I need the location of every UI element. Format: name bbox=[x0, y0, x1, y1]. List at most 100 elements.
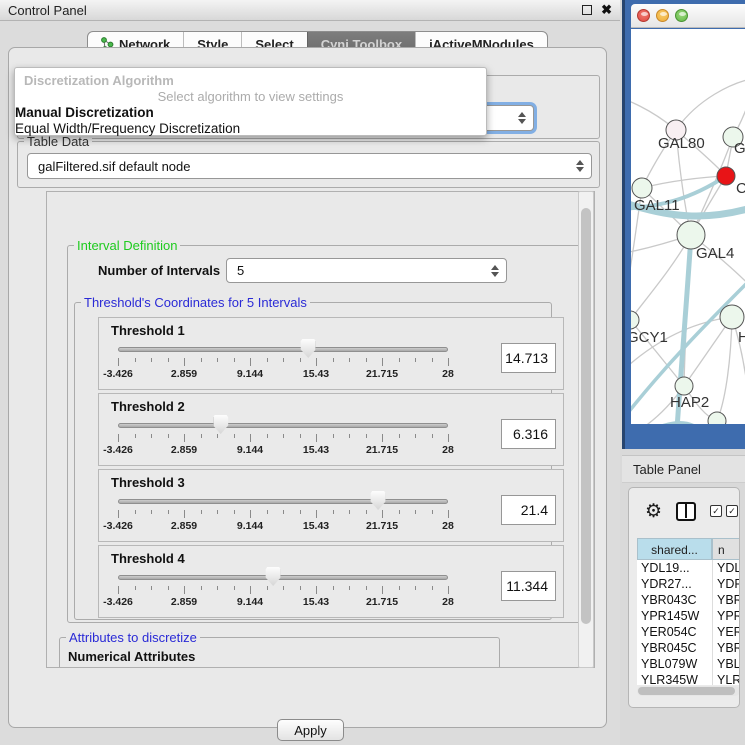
network-node-label: C bbox=[736, 180, 745, 197]
minimize-traffic-light-icon[interactable] bbox=[656, 9, 669, 22]
slider-tick bbox=[432, 510, 433, 514]
table-row[interactable]: YPR145WYPR1 bbox=[637, 608, 740, 624]
slider-tick bbox=[399, 510, 400, 514]
network-node-red-node[interactable] bbox=[717, 167, 735, 185]
thresholds-group: Threshold's Coordinates for 5 Intervals … bbox=[74, 302, 552, 620]
threshold-slider-track[interactable] bbox=[118, 499, 448, 504]
slider-tick-labels: -3.4262.8599.14415.4321.71528 bbox=[118, 520, 448, 532]
float-window-icon[interactable] bbox=[582, 5, 592, 15]
algorithm-option-2[interactable]: Equal Width/Frequency Discretization bbox=[15, 121, 240, 136]
threshold-value-field[interactable]: 14.713 bbox=[501, 343, 556, 373]
network-node-H[interactable] bbox=[720, 305, 744, 329]
cell-shared-name: YBR045C bbox=[641, 640, 697, 656]
table-data-combobox[interactable]: galFiltered.sif default node bbox=[27, 153, 592, 179]
network-node-label: H bbox=[738, 329, 745, 346]
table-row[interactable]: YER054C YER0 bbox=[637, 624, 740, 640]
slider-tick bbox=[118, 434, 119, 442]
threshold-slider-track[interactable] bbox=[118, 575, 448, 580]
slider-tick-label: 15.43 bbox=[303, 520, 329, 532]
cell-shared-name: YLR345W bbox=[641, 672, 698, 685]
slider-tick bbox=[349, 510, 350, 514]
node-attribute-table: shared...n YDL19...YDL1YDR27...YDR2YBR04… bbox=[637, 538, 740, 685]
number-of-intervals-combobox[interactable]: 5 bbox=[226, 258, 507, 283]
table-row[interactable]: YDR27...YDR2 bbox=[637, 576, 740, 592]
control-panel-window: Control Panel ✖ NetworkStyleSelectCyni T… bbox=[0, 0, 620, 745]
column-header-2[interactable]: n bbox=[712, 538, 740, 560]
network-node-node-partial[interactable] bbox=[708, 412, 726, 424]
slider-tick-label: 2.859 bbox=[171, 368, 197, 380]
slider-tick bbox=[234, 510, 235, 514]
threshold-slider-thumb[interactable] bbox=[213, 415, 228, 434]
cell-shared-name: YPR145W bbox=[641, 608, 699, 624]
column-divider bbox=[712, 656, 713, 672]
slider-tick bbox=[300, 434, 301, 438]
threshold-slider-thumb[interactable] bbox=[371, 491, 386, 510]
slider-tick-label: -3.426 bbox=[103, 596, 133, 608]
combobox-stepper-icon bbox=[576, 160, 584, 172]
network-node-HAP2[interactable] bbox=[675, 377, 693, 395]
column-header-1[interactable]: shared... bbox=[637, 538, 712, 560]
checkbox-icon[interactable]: ✓ bbox=[726, 505, 738, 517]
gear-icon[interactable]: ⚙ bbox=[645, 502, 662, 521]
slider-tick-label: -3.426 bbox=[103, 520, 133, 532]
slider-tick-label: -3.426 bbox=[103, 444, 133, 456]
network-node-GCY1[interactable] bbox=[631, 311, 639, 329]
table-row[interactable]: YBL079WYBL0 bbox=[637, 656, 740, 672]
cell-name: YDR2 bbox=[717, 576, 740, 592]
slider-tick-label: 21.715 bbox=[366, 444, 398, 456]
cell-name: YER0 bbox=[717, 624, 740, 640]
network-window-titlebar[interactable] bbox=[631, 4, 745, 28]
threshold-value-field[interactable]: 21.4 bbox=[501, 495, 556, 525]
slider-tick bbox=[316, 510, 317, 518]
apply-button[interactable]: Apply bbox=[277, 719, 344, 741]
slider-tick bbox=[234, 358, 235, 362]
slider-tick bbox=[201, 510, 202, 514]
slider-tick bbox=[135, 434, 136, 438]
cell-shared-name: YER054C bbox=[641, 624, 697, 640]
columns-icon[interactable] bbox=[676, 502, 696, 521]
network-node-label: GCY1 bbox=[631, 329, 668, 346]
cell-shared-name: YBR043C bbox=[641, 592, 697, 608]
threshold-value-field[interactable]: 6.316 bbox=[501, 419, 556, 449]
threshold-slider-thumb[interactable] bbox=[301, 339, 316, 358]
table-row[interactable]: YBR045C YBR0 bbox=[637, 640, 740, 656]
cell-name: YBL0 bbox=[717, 656, 740, 672]
table-row[interactable]: YBR043CYBR0 bbox=[637, 592, 740, 608]
slider-tick bbox=[135, 510, 136, 514]
zoom-traffic-light-icon[interactable] bbox=[675, 9, 688, 22]
slider-tick bbox=[118, 586, 119, 594]
slider-tick bbox=[316, 434, 317, 442]
table-row[interactable]: YLR345WYLR3 bbox=[637, 672, 740, 685]
slider-tick-label: -3.426 bbox=[103, 368, 133, 380]
slider-tick bbox=[151, 434, 152, 438]
window-title: Control Panel bbox=[8, 3, 87, 18]
cell-name: YBR0 bbox=[717, 640, 740, 656]
threshold-value-field[interactable]: 11.344 bbox=[501, 571, 556, 601]
table-row[interactable]: YDL19...YDL1 bbox=[637, 560, 740, 576]
close-traffic-light-icon[interactable] bbox=[637, 9, 650, 22]
network-edge bbox=[631, 235, 691, 320]
slider-tick bbox=[399, 586, 400, 590]
threshold-slider-thumb[interactable] bbox=[266, 567, 281, 586]
interval-definition-group: Interval Definition Number of Intervals … bbox=[67, 245, 581, 623]
threshold-slider-track[interactable] bbox=[118, 423, 448, 428]
close-icon[interactable]: ✖ bbox=[601, 5, 612, 15]
table-horizontal-scrollbar[interactable] bbox=[637, 686, 740, 696]
slider-tick bbox=[250, 434, 251, 442]
slider-tick-label: 21.715 bbox=[366, 520, 398, 532]
checkbox-icon[interactable]: ✓ bbox=[710, 505, 722, 517]
attributes-group-title: Attributes to discretize bbox=[66, 630, 200, 645]
slider-tick bbox=[201, 434, 202, 438]
settings-vertical-scrollbar[interactable] bbox=[578, 191, 594, 668]
column-divider bbox=[712, 592, 713, 608]
discretization-algorithm-ghost-title: Discretization Algorithm bbox=[24, 73, 174, 88]
algorithm-option-1[interactable]: Manual Discretization bbox=[15, 105, 154, 120]
slider-tick bbox=[118, 358, 119, 366]
network-canvas[interactable]: GAL80GACGAL11GAL4GCY1HHAP2 bbox=[631, 29, 745, 424]
slider-tick bbox=[349, 586, 350, 590]
network-node-GAL11[interactable] bbox=[632, 178, 652, 198]
column-divider bbox=[712, 624, 713, 640]
slider-tick bbox=[432, 434, 433, 438]
threshold-slider-track[interactable] bbox=[118, 347, 448, 352]
network-node-label: GAL11 bbox=[634, 197, 680, 214]
